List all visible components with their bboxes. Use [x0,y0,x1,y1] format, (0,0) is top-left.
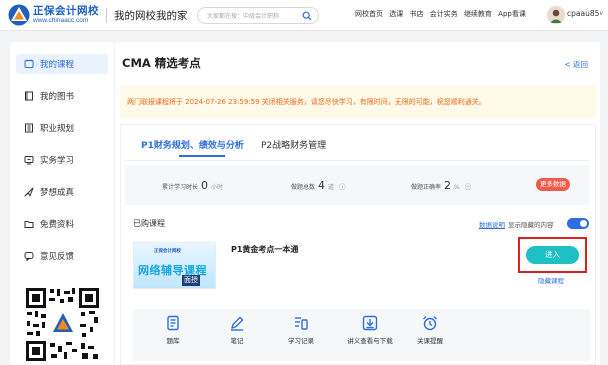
stat-label: 做题正确率 [411,184,442,191]
alarm-clock-icon [423,316,437,331]
stat-unit: % [454,184,460,191]
thumb-brand: 正保会计网校 [154,249,181,254]
tool-question-bank[interactable]: 题库 [143,315,203,345]
tool-label: 笔记 [230,337,244,345]
show-hidden-label: 显示隐藏的内容 [508,221,554,229]
tool-close-reminder[interactable]: 关课提醒 [400,315,460,345]
search-input[interactable] [207,10,299,22]
stat-question-count: 做题总数 4 道 ⓘ [291,179,346,192]
question-bank-icon [167,315,179,331]
top-nav: 网校首页 选课 书店 会计实务 继续教育 App看课 [355,9,530,19]
enter-course-button[interactable]: 进入 [526,246,579,264]
study-record-icon [295,317,308,330]
back-link[interactable]: < 返回 [564,59,588,70]
hide-course-link[interactable]: 隐藏课程 [538,275,564,285]
course-panel: P1财务规划、绩效与分析 P2战略财务管理 累计学习时长 0 小时 做题总数 4… [120,124,596,365]
stat-study-time: 累计学习时长 0 小时 [162,179,223,192]
page-heading: 我的网校我的家 [114,10,188,22]
tool-label: 学习记录 [288,337,314,345]
more-data-button[interactable]: 更多数据 [536,178,570,191]
stat-unit: 道 [328,184,335,191]
thumb-badge: 面授 [182,275,200,286]
active-tab-indicator [179,155,225,157]
stat-value: 4 [318,179,326,192]
note-icon [231,316,244,331]
chinaacc-logo-icon[interactable] [8,4,30,26]
service-notice: 两门联报课程将于 2024-07-26 23:59:59 关闭相关服务，请您尽快… [120,86,596,118]
nav-app-course[interactable]: App看课 [498,10,526,18]
nav-accounting-practice[interactable]: 会计实务 [430,10,458,18]
download-icon [362,315,378,331]
sidebar-item-my-courses[interactable]: 我的课程 [16,54,108,74]
stat-unit: 小时 [211,184,224,191]
sidebar-item-free-materials[interactable]: 免费资料 [16,214,108,234]
tool-study-record[interactable]: 学习记录 [271,315,331,345]
nav-home[interactable]: 网校首页 [355,10,383,18]
page-title: CMA 精选考点 [122,56,201,70]
info-icon[interactable]: ⓘ [465,181,472,191]
info-icon[interactable]: ⓘ [339,181,346,191]
folder-icon [24,221,34,228]
career-icon [25,123,33,133]
tab-divider [125,160,589,161]
sidebar-item-label: 意见反馈 [40,252,75,262]
sidebar-item-label: 免费资料 [40,220,75,230]
search-icon[interactable] [302,11,312,21]
top-header: 正保会计网校 www.chinaacc.com 我的网校我的家 网校首页 选课 … [0,0,608,31]
main-panel: CMA 精选考点 < 返回 两门联报课程将于 2024-07-26 23:59:… [115,42,600,365]
search-box[interactable] [197,7,319,24]
sidebar-item-my-books[interactable]: 我的图书 [16,86,108,106]
notice-text: 两门联报课程将于 2024-07-26 23:59:59 关闭相关服务，请您尽快… [127,98,486,106]
purchased-courses-label: 已购课程 [133,219,165,228]
stat-value: 2 [444,179,452,192]
study-stats: 累计学习时长 0 小时 做题总数 4 道 ⓘ 做题正确率 2 % ⓘ 更多数据 [125,165,589,205]
tool-label: 题库 [166,337,180,345]
course-thumbnail[interactable]: 正保会计网校 网络辅导课程 面授 [133,242,216,289]
course-title[interactable]: P1黄金考点一本通 [231,244,298,255]
nav-continuing-education[interactable]: 继续教育 [464,10,492,18]
sidebar: 我的课程 我的图书 职业规划 实务学习 梦想成真 免费资料 意见反馈 [10,42,114,365]
nav-bookstore[interactable]: 书店 [409,10,423,18]
book-icon [25,91,33,101]
stat-label: 做题总数 [291,184,316,191]
sidebar-item-career[interactable]: 职业规划 [16,118,108,138]
sidebar-item-label: 梦想成真 [40,188,75,198]
tab-p2[interactable]: P2战略财务管理 [261,138,326,151]
data-explain-link[interactable]: 数据说明 [479,219,505,229]
stat-value: 0 [201,179,209,192]
show-hidden-toggle[interactable] [567,218,589,229]
feedback-icon [24,252,34,261]
brand-url: www.chinaacc.com [33,17,89,24]
practice-icon [24,156,34,165]
tool-notes[interactable]: 笔记 [207,315,267,345]
header-divider [106,8,107,23]
course-icon [24,59,34,68]
tab-p1[interactable]: P1财务规划、绩效与分析 [141,138,244,151]
sidebar-item-feedback[interactable]: 意见反馈 [16,246,108,266]
qr-code-image [24,286,101,363]
chevron-down-icon[interactable]: ∨ [599,10,603,17]
brand-name[interactable]: 正保会计网校 [33,3,99,18]
avatar[interactable] [547,6,565,24]
tool-label: 讲义查看与下载 [347,337,393,345]
stat-accuracy: 做题正确率 2 % ⓘ [411,179,471,192]
tool-label: 关课提醒 [417,337,443,345]
dream-icon [24,187,34,197]
username[interactable]: cpaau85 [567,9,599,18]
sidebar-item-label: 我的图书 [40,92,75,102]
stat-label: 累计学习时长 [162,184,199,191]
tool-handout-download[interactable]: 讲义查看与下载 [340,315,400,345]
sidebar-item-dream[interactable]: 梦想成真 [16,182,108,202]
course-tools: 题库 笔记 学习记录 讲义查看与下载 关课提醒 [133,309,590,361]
sidebar-item-label: 我的课程 [40,60,75,70]
sidebar-item-label: 职业规划 [40,124,75,134]
sidebar-item-label: 实务学习 [40,156,75,166]
nav-course-select[interactable]: 选课 [389,10,403,18]
sidebar-item-practice[interactable]: 实务学习 [16,150,108,170]
